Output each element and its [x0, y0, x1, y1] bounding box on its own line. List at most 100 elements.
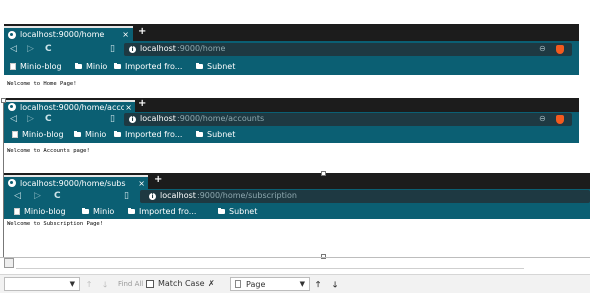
- bookmark-subnet[interactable]: Subnet: [218, 207, 257, 216]
- zoom-icon[interactable]: ⊖: [539, 44, 546, 53]
- tab-accounts[interactable]: localhost:9000/home/acco ×: [4, 100, 135, 112]
- bookmark-minio[interactable]: Minio: [75, 62, 107, 71]
- match-case-label: Match Case: [158, 279, 205, 288]
- anchor-icon[interactable]: [4, 258, 14, 268]
- bookmark-imported[interactable]: Imported fro...: [114, 62, 182, 71]
- nav-toolbar: ◁ ▷ C ▯ i localhost :9000/home/accounts …: [4, 112, 579, 127]
- page-content: Welcome to Subscription Page!: [7, 221, 104, 227]
- tab-title: localhost:9000/home/subs: [20, 178, 126, 188]
- find-previous-button[interactable]: 🡑: [87, 279, 91, 293]
- close-tab-icon[interactable]: ×: [125, 103, 132, 112]
- url-host: localhost: [140, 44, 176, 53]
- url-host: localhost: [140, 114, 176, 123]
- tab-subscription[interactable]: localhost:9000/home/subs ×: [4, 175, 148, 189]
- find-dropdown[interactable]: ▼: [4, 277, 80, 291]
- reload-button[interactable]: C: [45, 114, 52, 124]
- bookmark-minio-blog[interactable]: Minio-blog: [14, 207, 66, 216]
- new-tab-button[interactable]: +: [154, 174, 162, 185]
- tab-title: localhost:9000/home/acco: [20, 102, 124, 112]
- nav-toolbar: ◁ ▷ C ▯ i localhost :9000/home ⊖: [4, 41, 579, 58]
- browser-window-accounts: localhost:9000/home/acco × + ◁ ▷ C ▯ i l…: [4, 98, 579, 158]
- bookmark-minio[interactable]: Minio: [82, 207, 114, 216]
- resize-handle[interactable]: [321, 171, 326, 176]
- folder-icon: [196, 63, 203, 69]
- close-tab-icon[interactable]: ×: [138, 179, 145, 188]
- address-bar[interactable]: i localhost :9000/home/accounts ⊖: [124, 113, 572, 126]
- search-in-select[interactable]: Page ▼: [230, 277, 310, 291]
- url-path: :9000/home/subscription: [197, 191, 297, 200]
- bookmark-button[interactable]: ▯: [110, 114, 115, 124]
- new-tab-button[interactable]: +: [138, 98, 146, 109]
- bookmark-label: Minio-blog: [24, 207, 66, 216]
- selection-guide: [0, 257, 590, 258]
- new-tab-button[interactable]: +: [138, 26, 146, 37]
- bookmark-minio[interactable]: Minio: [74, 130, 106, 139]
- chevron-down-icon: ▼: [69, 280, 75, 288]
- bookmark-minio-blog[interactable]: Minio-blog: [10, 62, 62, 71]
- find-all-button[interactable]: Find All: [118, 280, 143, 288]
- bookmark-button[interactable]: ▯: [110, 44, 115, 54]
- browser-window-home: localhost:9000/home × + ◁ ▷ C ▯ i localh…: [4, 24, 579, 94]
- folder-icon: [196, 131, 203, 137]
- tab-strip: localhost:9000/home × +: [4, 24, 579, 41]
- url-path: :9000/home/accounts: [177, 114, 265, 123]
- globe-icon: [8, 179, 16, 187]
- forward-button[interactable]: ▷: [34, 191, 41, 201]
- site-info-icon[interactable]: i: [149, 193, 156, 200]
- bookmark-label: Imported fro...: [139, 207, 197, 216]
- bookmarks-bar: Minio-blog Minio Imported fro... Subnet: [4, 127, 579, 143]
- bookmark-label: Minio: [85, 130, 107, 139]
- brave-shield-icon[interactable]: [556, 45, 564, 54]
- page-content: Welcome to Home Page!: [7, 81, 77, 87]
- resize-handle[interactable]: [1, 98, 6, 103]
- reload-button[interactable]: C: [45, 44, 52, 54]
- url-path: :9000/home: [177, 44, 226, 53]
- back-button[interactable]: ◁: [14, 191, 21, 201]
- tab-home[interactable]: localhost:9000/home ×: [4, 26, 133, 41]
- scroll-track: [16, 268, 524, 269]
- find-next-button[interactable]: 🡓: [103, 279, 107, 293]
- page-content: Welcome to Accounts page!: [7, 148, 90, 154]
- back-button[interactable]: ◁: [10, 114, 17, 124]
- chevron-down-icon: ▼: [299, 280, 305, 288]
- folder-icon: [218, 208, 225, 214]
- forward-button[interactable]: ▷: [27, 44, 34, 54]
- bookmark-subnet[interactable]: Subnet: [196, 62, 235, 71]
- url-host: localhost: [160, 191, 196, 200]
- match-case-checkbox[interactable]: Match Case: [146, 279, 205, 288]
- address-bar[interactable]: i localhost :9000/home ⊖: [124, 43, 572, 56]
- address-bar[interactable]: i localhost :9000/home/subscription: [140, 190, 590, 203]
- bookmark-label: Minio-blog: [22, 130, 64, 139]
- checkbox-icon: [146, 279, 154, 288]
- bookmarks-bar: Minio-blog Minio Imported fro... Subnet: [4, 204, 590, 219]
- back-button[interactable]: ◁: [10, 44, 17, 54]
- find-toolbar: ▼ 🡑 🡓 Find All Match Case ✗ Page ▼ 🡑 🡓: [0, 274, 590, 293]
- search-up-button[interactable]: 🡑: [316, 279, 320, 293]
- bookmark-imported[interactable]: Imported fro...: [128, 207, 196, 216]
- folder-icon: [114, 63, 121, 69]
- bookmark-label: Subnet: [207, 130, 236, 139]
- search-in-label: Page: [246, 279, 266, 289]
- bookmark-label: Minio: [86, 62, 108, 71]
- folder-icon: [74, 131, 81, 137]
- forward-button[interactable]: ▷: [27, 114, 34, 124]
- bookmark-button[interactable]: ▯: [124, 191, 129, 201]
- search-down-button[interactable]: 🡓: [333, 279, 337, 293]
- bookmark-minio-blog[interactable]: Minio-blog: [12, 130, 64, 139]
- bookmark-label: Imported fro...: [125, 130, 183, 139]
- zoom-icon[interactable]: ⊖: [539, 114, 546, 123]
- tab-strip: localhost:9000/home/subs × +: [4, 173, 590, 189]
- bookmark-subnet[interactable]: Subnet: [196, 130, 235, 139]
- site-info-icon[interactable]: i: [129, 116, 136, 123]
- brave-shield-icon[interactable]: [556, 115, 564, 124]
- site-info-icon[interactable]: i: [129, 46, 136, 53]
- clear-search-icon[interactable]: ✗: [208, 279, 215, 288]
- page-icon: [12, 131, 18, 138]
- reload-button[interactable]: C: [54, 191, 61, 201]
- browser-window-subscription: localhost:9000/home/subs × + ◁ ▷ C ▯ i l…: [4, 173, 590, 257]
- bookmark-imported[interactable]: Imported fro...: [114, 130, 182, 139]
- bookmarks-bar: Minio-blog Minio Imported fro... Subnet: [4, 58, 579, 75]
- folder-icon: [128, 208, 135, 214]
- close-tab-icon[interactable]: ×: [122, 30, 129, 39]
- bookmark-label: Minio-blog: [20, 62, 62, 71]
